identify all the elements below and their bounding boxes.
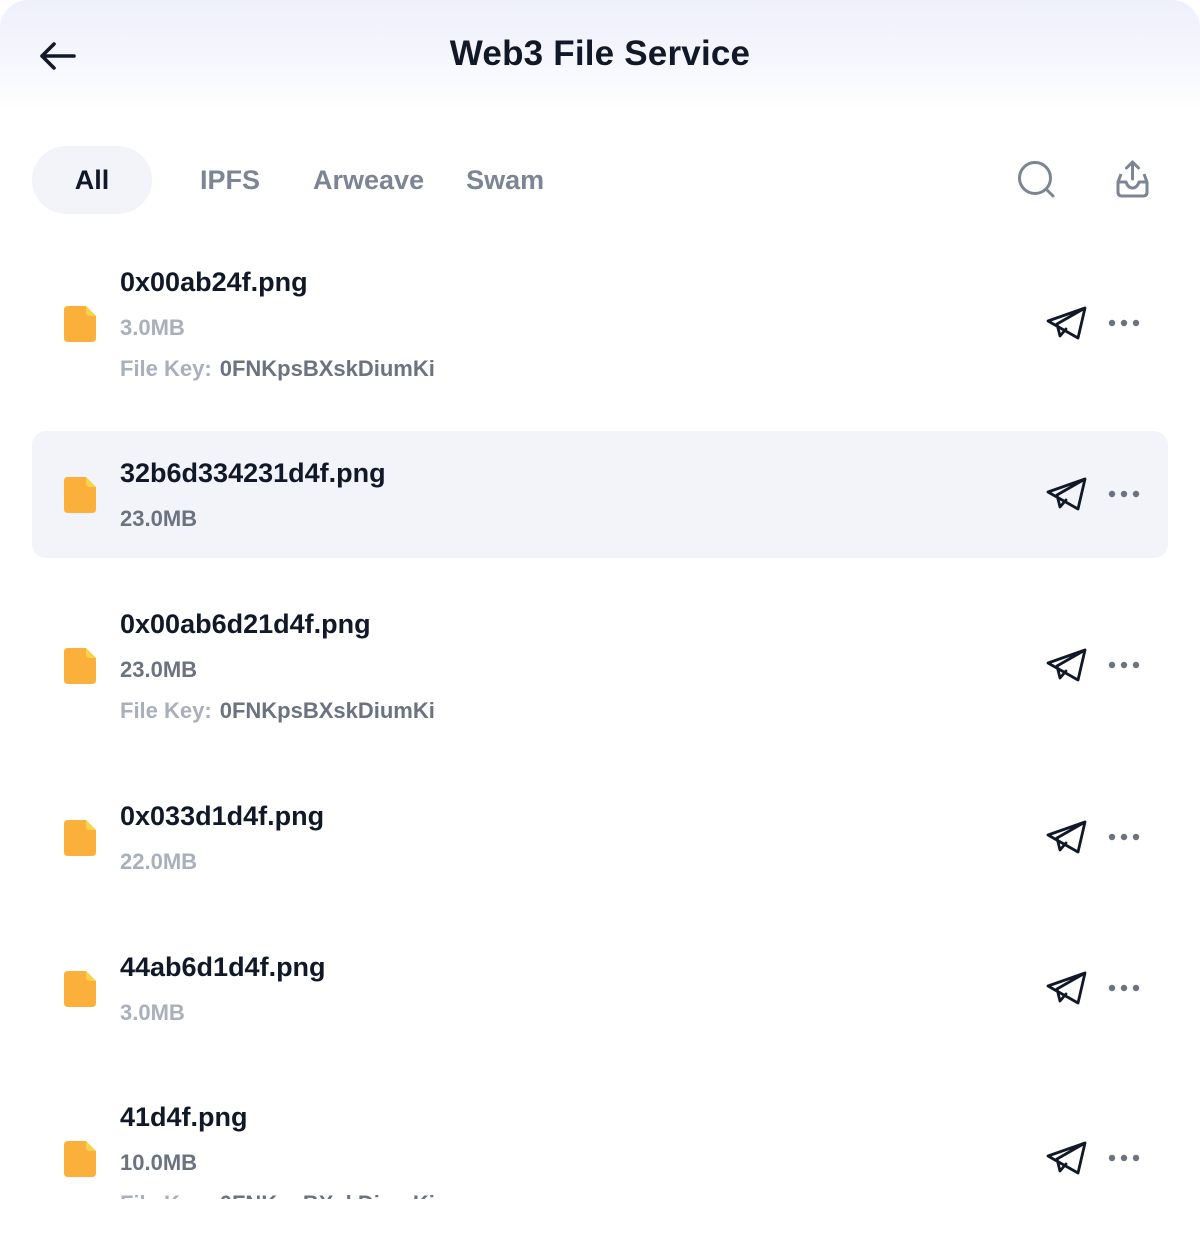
file-row[interactable]: 32b6d334231d4f.png 23.0MB — [32, 431, 1168, 558]
tab-arweave[interactable]: Arweave — [313, 146, 424, 214]
tab-swam[interactable]: Swam — [466, 146, 544, 214]
page-title: Web3 File Service — [449, 34, 751, 73]
file-key-value: 0FNKpsBXskDiumKi — [220, 1191, 435, 1199]
more-options-icon[interactable] — [1108, 831, 1140, 843]
file-key: File Key: 0FNKpsBXskDiumKi — [120, 356, 435, 382]
search-icon — [1018, 161, 1055, 198]
more-options-icon[interactable] — [1108, 317, 1140, 329]
send-icon[interactable] — [1046, 647, 1088, 683]
send-icon[interactable] — [1046, 819, 1088, 855]
file-row[interactable]: 41d4f.png 10.0MB File Key: 0FNKpsBXskDium… — [32, 1076, 1168, 1199]
file-size: 22.0MB — [120, 849, 198, 874]
file-name: 0x00ab6d21d4f.png — [120, 609, 371, 639]
file-name: 0x00ab24f.png — [120, 267, 308, 297]
file-name: 44ab6d1d4f.png — [120, 952, 326, 982]
upload-button[interactable] — [1110, 158, 1154, 202]
upload-tray-icon — [1116, 160, 1149, 198]
tab-ipfs[interactable]: IPFS — [200, 146, 260, 214]
file-name: 0x033d1d4f.png — [120, 801, 325, 831]
file-name: 41d4f.png — [120, 1102, 248, 1132]
top-bar: Web3 File Service — [0, 0, 1200, 112]
storage-tabs: All IPFS Arweave Swam — [32, 146, 544, 214]
file-key-label: File Key: — [120, 698, 212, 723]
file-icon — [64, 1141, 96, 1177]
file-key-label: File Key: — [120, 356, 212, 381]
file-key-value: 0FNKpsBXskDiumKi — [219, 698, 435, 723]
more-options-icon[interactable] — [1108, 488, 1140, 500]
tab-all[interactable]: All — [32, 146, 152, 214]
file-size: 23.0MB — [120, 506, 198, 531]
more-options-icon[interactable] — [1108, 659, 1140, 671]
send-icon[interactable] — [1046, 305, 1088, 341]
send-icon[interactable] — [1046, 970, 1088, 1006]
file-key: File Key: 0FNKpsBXskDiumKi — [120, 1191, 435, 1199]
file-key-label: File Key: — [120, 1191, 212, 1199]
file-key: File Key: 0FNKpsBXskDiumKi — [120, 698, 435, 724]
file-icon — [64, 306, 96, 342]
file-icon — [64, 971, 96, 1007]
file-icon — [64, 820, 96, 856]
more-options-icon[interactable] — [1108, 1152, 1140, 1164]
file-icon — [64, 648, 96, 684]
search-button[interactable] — [1015, 158, 1059, 202]
file-row[interactable]: 0x033d1d4f.png 22.0MB — [32, 774, 1168, 901]
file-name: 32b6d334231d4f.png — [120, 458, 386, 488]
file-row[interactable]: 0x00ab24f.png 3.0MB File Key: 0FNKpsBXskD… — [32, 241, 1168, 391]
send-icon[interactable] — [1046, 1140, 1088, 1176]
app-window: Web3 File Service All IPFS Arweave Swam … — [0, 0, 1200, 1240]
file-icon — [64, 477, 96, 513]
send-icon[interactable] — [1046, 476, 1088, 512]
file-row[interactable]: 44ab6d1d4f.png 3.0MB — [32, 925, 1168, 1052]
file-size: 10.0MB — [120, 1150, 198, 1175]
file-size: 3.0MB — [120, 315, 185, 340]
file-row[interactable]: 0x00ab6d21d4f.png 23.0MB File Key: 0FNKps… — [32, 583, 1168, 733]
more-options-icon[interactable] — [1108, 982, 1140, 994]
file-key-value: 0FNKpsBXskDiumKi — [219, 356, 435, 381]
file-size: 3.0MB — [120, 1000, 185, 1025]
file-list: 0x00ab24f.png 3.0MB File Key: 0FNKpsBXskD… — [32, 241, 1168, 1199]
file-size: 23.0MB — [120, 657, 198, 682]
